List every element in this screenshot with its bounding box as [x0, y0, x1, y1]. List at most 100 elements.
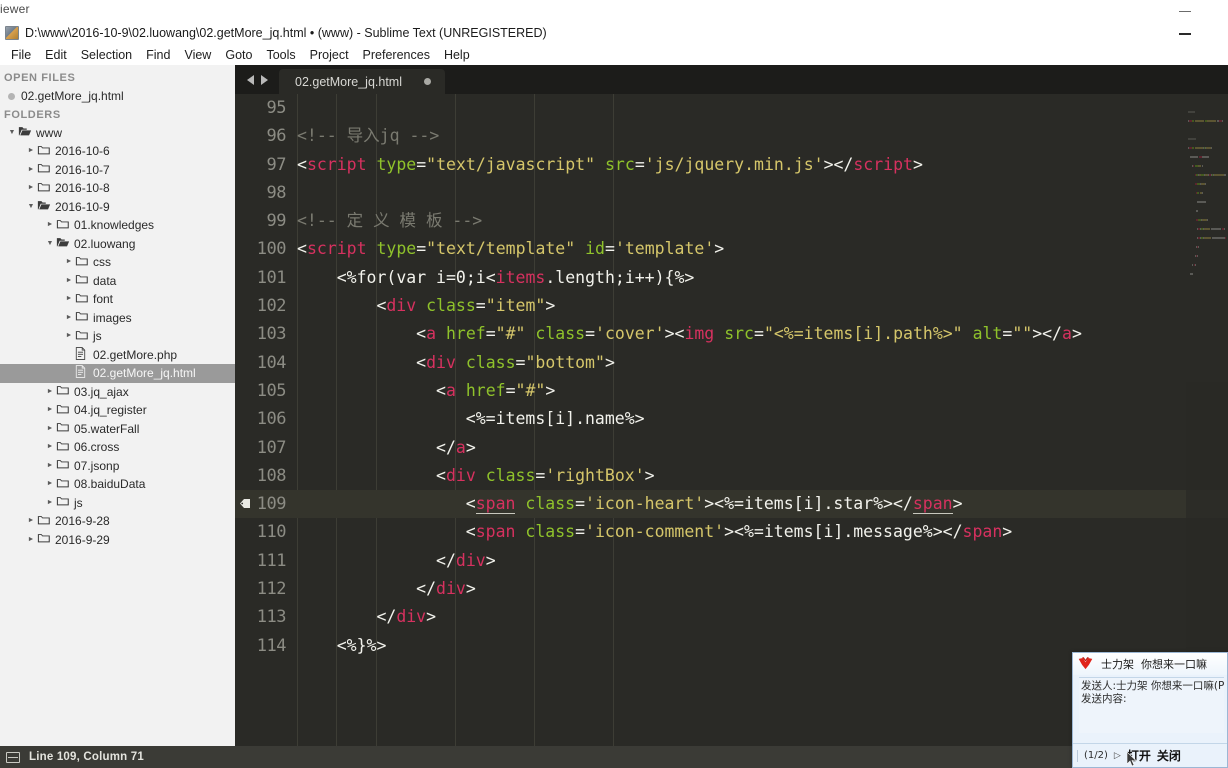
menu-item-file[interactable]: File	[4, 46, 38, 64]
menu-item-selection[interactable]: Selection	[74, 46, 139, 64]
tree-item-05-waterfall[interactable]: ► 05.waterFall	[0, 420, 235, 439]
code-line[interactable]: 110 <span class='icon-comment'><%=items[i…	[235, 518, 1228, 546]
open-file-item[interactable]: 02.getMore_jq.html	[0, 87, 235, 106]
line-content[interactable]: <%for(var i=0;i<items.length;i++){%>	[297, 264, 1228, 292]
background-window-minimize-button[interactable]	[1172, 4, 1198, 18]
line-content[interactable]: <%=items[i].name%>	[297, 405, 1228, 433]
chevron-right-icon[interactable]: ►	[44, 460, 56, 472]
chevron-right-icon[interactable]: ►	[44, 478, 56, 490]
chevron-right-icon[interactable]: ►	[63, 293, 75, 305]
chevron-right-icon[interactable]: ►	[25, 164, 37, 176]
window-minimize-button[interactable]	[1172, 25, 1198, 41]
code-line[interactable]: 113 </div>	[235, 603, 1228, 631]
line-content[interactable]: </div>	[297, 575, 1228, 603]
code-line[interactable]: 111 </div>	[235, 547, 1228, 575]
tree-item-css[interactable]: ► css	[0, 253, 235, 272]
chevron-right-icon[interactable]: ▷	[1114, 751, 1121, 761]
chevron-down-icon[interactable]: ▼	[6, 127, 18, 139]
tree-item-www[interactable]: ▼ www	[0, 124, 235, 143]
minimap[interactable]	[1186, 94, 1228, 746]
code-line[interactable]: 99 <!-- 定 义 模 板 -->	[235, 207, 1228, 235]
code-area[interactable]: 95 96 <!-- 导入jq --> 97 <script type="text/j…	[235, 94, 1228, 746]
code-lines[interactable]: 95 96 <!-- 导入jq --> 97 <script type="text/j…	[235, 94, 1228, 660]
tab-dirty-dot-icon[interactable]	[424, 78, 432, 85]
tree-item-06-cross[interactable]: ► 06.cross	[0, 438, 235, 457]
line-content[interactable]: <div class="bottom">	[297, 349, 1228, 377]
chevron-right-icon[interactable]: ►	[63, 256, 75, 268]
qq-message-popup[interactable]: 士力架 你想来一口嘛 发送人:士力架 你想来一口嘛(PC-20160801DDT…	[1072, 652, 1228, 768]
line-content[interactable]: </div>	[297, 603, 1228, 631]
tree-item-2016-9-29[interactable]: ► 2016-9-29	[0, 531, 235, 550]
tree-item-images[interactable]: ► images	[0, 309, 235, 328]
code-line[interactable]: 103 <a href="#" class='cover'><img src="<…	[235, 320, 1228, 348]
menu-item-help[interactable]: Help	[437, 46, 477, 64]
bookmark-icon[interactable]	[239, 498, 251, 509]
menu-item-view[interactable]: View	[177, 46, 218, 64]
tree-item-02-getmore-php[interactable]: 02.getMore.php	[0, 346, 235, 365]
line-content[interactable]: <script type="text/template" id='templat…	[297, 235, 1228, 263]
line-content[interactable]: <script type="text/javascript" src='js/j…	[297, 151, 1228, 179]
code-line[interactable]: 101 <%for(var i=0;i<items.length;i++){%>	[235, 264, 1228, 292]
chevron-right-icon[interactable]: ►	[44, 441, 56, 453]
code-line[interactable]: 105 <a href="#">	[235, 377, 1228, 405]
code-line[interactable]: 106 <%=items[i].name%>	[235, 405, 1228, 433]
chevron-right-icon[interactable]: ►	[25, 182, 37, 194]
chevron-right-icon[interactable]: ►	[63, 275, 75, 287]
line-content[interactable]: </div>	[297, 547, 1228, 575]
code-line[interactable]: 98	[235, 179, 1228, 207]
tab-nav-arrows[interactable]	[235, 65, 279, 94]
code-line[interactable]: 102 <div class="item">	[235, 292, 1228, 320]
menu-item-preferences[interactable]: Preferences	[356, 46, 437, 64]
chevron-right-icon[interactable]: ►	[25, 145, 37, 157]
qq-close-button[interactable]: 关闭	[1157, 747, 1181, 764]
tree-item-js[interactable]: ► js	[0, 494, 235, 513]
line-content[interactable]: <span class='icon-comment'><%=items[i].m…	[297, 518, 1228, 546]
chevron-right-icon[interactable]: ►	[44, 404, 56, 416]
chevron-down-icon[interactable]: ▼	[44, 238, 56, 250]
line-content[interactable]: <div class="item">	[297, 292, 1228, 320]
chevron-right-icon[interactable]	[260, 74, 268, 85]
menu-item-edit[interactable]: Edit	[38, 46, 74, 64]
line-content[interactable]	[297, 179, 1228, 207]
line-content[interactable]: <a href="#" class='cover'><img src="<%=i…	[297, 320, 1228, 348]
code-line[interactable]: 104 <div class="bottom">	[235, 349, 1228, 377]
code-line-active[interactable]: 109 <span class='icon-heart'><%=items[i].…	[235, 490, 1228, 519]
tree-item-2016-10-6[interactable]: ► 2016-10-6	[0, 142, 235, 161]
chevron-right-icon[interactable]: ►	[44, 386, 56, 398]
chevron-right-icon[interactable]: ►	[63, 330, 75, 342]
chevron-down-icon[interactable]: ▼	[25, 201, 37, 213]
menu-item-project[interactable]: Project	[303, 46, 356, 64]
code-line[interactable]: 107 </a>	[235, 434, 1228, 462]
line-content[interactable]: <!-- 定 义 模 板 -->	[297, 207, 1228, 235]
sidebar[interactable]: OPEN FILES 02.getMore_jq.html FOLDERS ▼ w…	[0, 65, 235, 746]
tree-item-js[interactable]: ► js	[0, 327, 235, 346]
tree-item-data[interactable]: ► data	[0, 272, 235, 291]
line-content[interactable]: <span class='icon-heart'><%=items[i].sta…	[297, 490, 1228, 518]
tree-item-02-getmore-jq-html[interactable]: 02.getMore_jq.html	[0, 364, 235, 383]
tree-item-02-luowang[interactable]: ▼ 02.luowang	[0, 235, 235, 254]
code-line[interactable]: 97 <script type="text/javascript" src='js…	[235, 151, 1228, 179]
menu-item-goto[interactable]: Goto	[218, 46, 259, 64]
tree-item-04-jq-register[interactable]: ► 04.jq_register	[0, 401, 235, 420]
tree-item-07-jsonp[interactable]: ► 07.jsonp	[0, 457, 235, 476]
tree-item-font[interactable]: ► font	[0, 290, 235, 309]
chevron-right-icon[interactable]: ►	[63, 312, 75, 324]
chevron-right-icon[interactable]: ►	[44, 423, 56, 435]
line-content[interactable]	[297, 94, 1228, 122]
tree-item-2016-9-28[interactable]: ► 2016-9-28	[0, 512, 235, 531]
chevron-right-icon[interactable]: ►	[25, 515, 37, 527]
tab-getmore-jq-html[interactable]: 02.getMore_jq.html	[279, 69, 446, 94]
tree-item-01-knowledges[interactable]: ► 01.knowledges	[0, 216, 235, 235]
chevron-left-icon[interactable]	[246, 74, 254, 85]
code-line[interactable]: 108 <div class='rightBox'>	[235, 462, 1228, 490]
tree-item-2016-10-9[interactable]: ▼ 2016-10-9	[0, 198, 235, 217]
tree-item-2016-10-7[interactable]: ► 2016-10-7	[0, 161, 235, 180]
line-content[interactable]: <div class='rightBox'>	[297, 462, 1228, 490]
line-content[interactable]: </a>	[297, 434, 1228, 462]
tree-item-08-baidudata[interactable]: ► 08.baiduData	[0, 475, 235, 494]
tree-item-03-jq-ajax[interactable]: ► 03.jq_ajax	[0, 383, 235, 402]
tree-item-2016-10-8[interactable]: ► 2016-10-8	[0, 179, 235, 198]
code-line[interactable]: 112 </div>	[235, 575, 1228, 603]
chevron-right-icon[interactable]: ►	[44, 219, 56, 231]
line-content[interactable]: <!-- 导入jq -->	[297, 122, 1228, 150]
